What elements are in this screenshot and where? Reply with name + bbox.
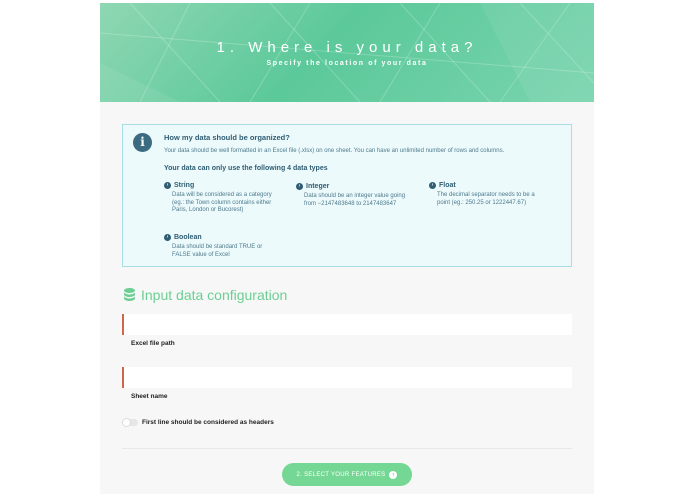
- sheet-name-input[interactable]: [124, 368, 572, 389]
- page-subtitle: Specify the location of your data: [266, 60, 428, 67]
- section-title-text: Input data configuration: [141, 287, 288, 303]
- sheet-name-label: Sheet name: [131, 393, 168, 400]
- data-type-name: Boolean: [174, 234, 202, 241]
- data-type-float: › Float The decimal separator needs to be…: [429, 182, 541, 207]
- data-type-description: Data will be considered as a category (e…: [172, 192, 272, 214]
- chevron-right-icon: ›: [429, 182, 436, 189]
- header-banner: 1. Where is your data? Specify the locat…: [100, 3, 594, 102]
- data-type-name: Float: [439, 182, 456, 189]
- chevron-right-icon: ›: [164, 234, 171, 241]
- input-config-section-title: Input data configuration: [124, 287, 287, 303]
- toggle-knob: [122, 418, 131, 427]
- info-title: How my data should be organized?: [164, 133, 290, 142]
- database-icon: [124, 288, 135, 301]
- page-container: 1. Where is your data? Specify the locat…: [100, 3, 594, 494]
- data-format-info-box: i How my data should be organized? Your …: [122, 124, 572, 267]
- excel-file-path-input[interactable]: [124, 315, 572, 336]
- arrow-right-icon: ›: [389, 470, 398, 479]
- chevron-right-icon: ›: [164, 182, 171, 189]
- data-type-boolean: › Boolean Data should be standard TRUE or…: [164, 234, 276, 259]
- select-features-label: 2. SELECT YOUR FEATURES: [296, 471, 386, 478]
- data-type-description: Data should be standard TRUE or FALSE va…: [172, 244, 263, 258]
- data-types-heading: Your data can only use the following 4 d…: [164, 165, 328, 172]
- sheet-name-field[interactable]: [122, 367, 572, 389]
- divider: [122, 448, 572, 449]
- data-type-name: Integer: [306, 183, 330, 190]
- page-title: 1. Where is your data?: [216, 39, 478, 56]
- headers-toggle[interactable]: [122, 418, 138, 427]
- data-type-name: String: [174, 182, 195, 189]
- data-type-description: The decimal separator needs to be a poin…: [437, 192, 535, 206]
- info-description: Your data should be well formatted in an…: [164, 148, 505, 154]
- excel-file-path-label: Excel file path: [131, 340, 175, 347]
- excel-file-path-field[interactable]: [122, 314, 572, 336]
- data-type-integer: › Integer Data should be an integer value…: [296, 183, 408, 208]
- data-type-description: Data should be an integer value going fr…: [304, 193, 406, 207]
- chevron-right-icon: ›: [296, 183, 303, 190]
- headers-toggle-row: First line should be considered as heade…: [122, 418, 274, 427]
- headers-toggle-label: First line should be considered as heade…: [142, 419, 274, 426]
- data-type-string: › String Data will be considered as a cat…: [164, 182, 276, 215]
- select-features-button[interactable]: 2. SELECT YOUR FEATURES ›: [282, 463, 412, 486]
- info-icon: i: [133, 133, 152, 152]
